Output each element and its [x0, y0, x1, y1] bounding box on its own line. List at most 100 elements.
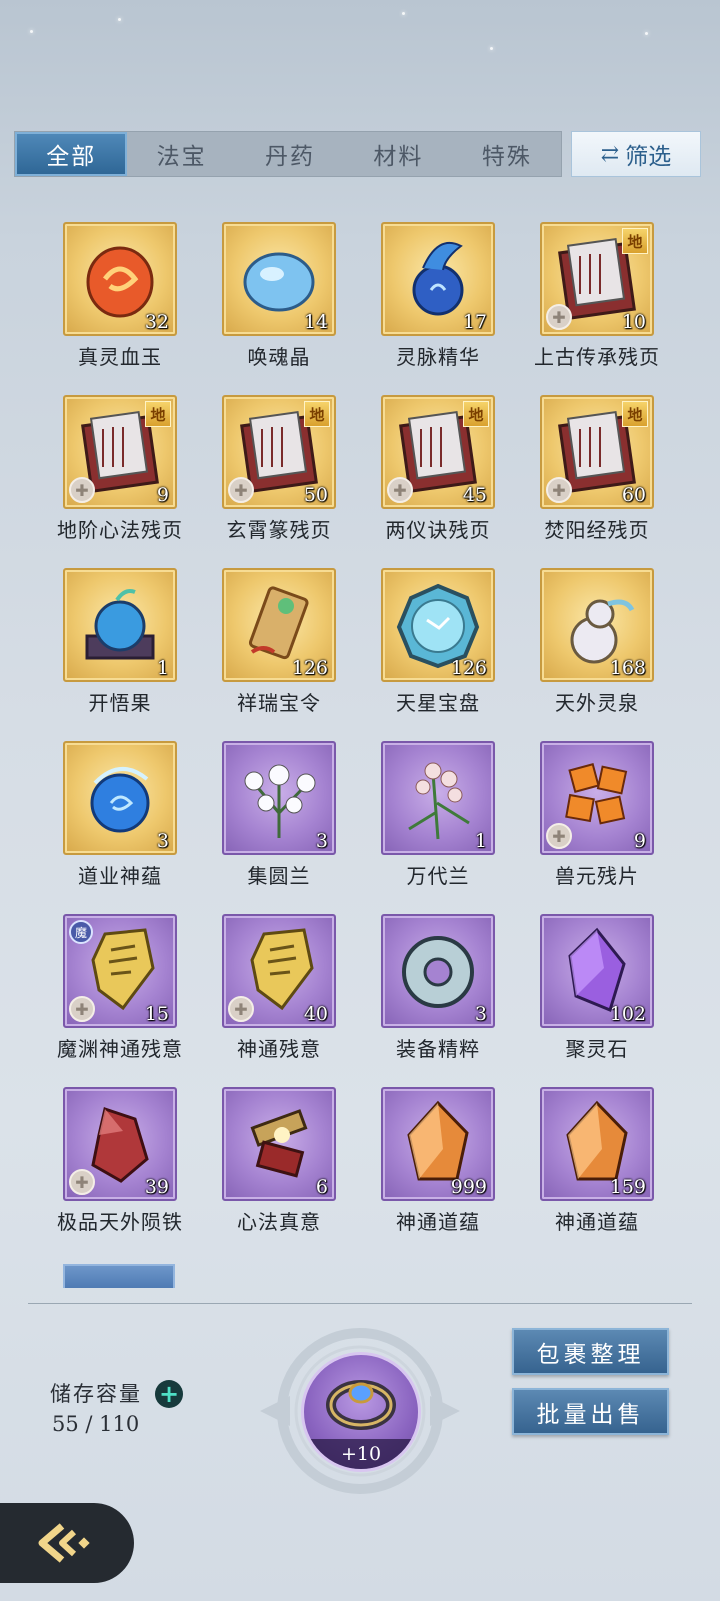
sparkle	[30, 30, 33, 33]
item-tile[interactable]: 地 ✚ 9	[63, 395, 177, 509]
item-name: 开悟果	[88, 691, 152, 715]
demon-tag-badge: 魔	[69, 920, 93, 944]
item-tile[interactable]: 159	[540, 1087, 654, 1201]
tab-pills[interactable]: 丹药	[236, 132, 344, 176]
item-tile[interactable]: ✚ 39	[63, 1087, 177, 1201]
item-tile[interactable]: 地 ✚ 10	[540, 222, 654, 336]
item-tile[interactable]: 999	[381, 1087, 495, 1201]
bulk-sell-button[interactable]: 批量出售	[512, 1388, 669, 1435]
item-name: 唤魂晶	[247, 345, 311, 369]
item-slot[interactable]: 126 天星宝盘	[366, 568, 525, 741]
item-tile[interactable]: 1	[63, 568, 177, 682]
item-slot[interactable]: 地 ✚ 9 地阶心法残页	[48, 395, 207, 568]
item-slot[interactable]: ✚ 40 神通残意	[207, 914, 366, 1087]
item-tile[interactable]: 168	[540, 568, 654, 682]
storage-ring-button[interactable]: +10	[301, 1352, 421, 1472]
item-name: 兽元残片	[555, 864, 639, 888]
item-slot[interactable]: 魔 ✚ 15 魔渊神通残意	[48, 914, 207, 1087]
puzzle-piece-icon: ✚	[69, 1169, 95, 1195]
item-slot[interactable]: 159 神通道蕴	[525, 1087, 684, 1260]
item-slot[interactable]: 32 真灵血玉	[48, 222, 207, 395]
sparkle	[402, 12, 405, 15]
item-grid: 32 真灵血玉 14 唤魂晶 17 灵脉精华地 ✚ 10 上古传承残页地 ✚ 9 地阶心法残页地 ✚ 50…	[48, 222, 688, 1260]
tab-treasure[interactable]: 法宝	[127, 132, 235, 176]
grade-badge: 地	[145, 401, 171, 427]
item-tile[interactable]: 3	[222, 741, 336, 855]
item-tile[interactable]: 102	[540, 914, 654, 1028]
item-tile[interactable]: 地 ✚ 45	[381, 395, 495, 509]
item-count: 126	[291, 657, 328, 679]
item-slot[interactable]: 126 祥瑞宝令	[207, 568, 366, 741]
item-slot[interactable]: 3 装备精粹	[366, 914, 525, 1087]
item-count: 1	[156, 657, 169, 679]
item-name: 道业神蕴	[78, 864, 162, 888]
filter-button[interactable]: ⇄ 筛选	[571, 131, 701, 177]
organize-bag-button[interactable]: 包裹整理	[512, 1328, 669, 1375]
item-slot[interactable]: 1 万代兰	[366, 741, 525, 914]
item-tile[interactable]: 126	[222, 568, 336, 682]
item-count: 1	[474, 830, 487, 852]
item-name: 天星宝盘	[396, 691, 480, 715]
item-slot[interactable]: 地 ✚ 45 两仪诀残页	[366, 395, 525, 568]
item-slot[interactable]: 6 心法真意	[207, 1087, 366, 1260]
item-count: 9	[633, 830, 646, 852]
item-tile[interactable]: 地 ✚ 60	[540, 395, 654, 509]
storage-capacity-label: 储存容量	[50, 1382, 142, 1406]
puzzle-piece-icon: ✚	[228, 996, 254, 1022]
item-slot[interactable]: 14 唤魂晶	[207, 222, 366, 395]
item-count: 9	[156, 484, 169, 506]
item-name: 神通道蕴	[396, 1210, 480, 1234]
item-tile[interactable]: ✚ 9	[540, 741, 654, 855]
item-count: 3	[474, 1003, 487, 1025]
back-arrow-icon	[38, 1523, 90, 1563]
item-slot[interactable]: 地 ✚ 10 上古传承残页	[525, 222, 684, 395]
item-slot[interactable]: 168 天外灵泉	[525, 568, 684, 741]
tab-materials[interactable]: 材料	[344, 132, 452, 176]
tab-all[interactable]: 全部	[15, 132, 128, 176]
item-slot[interactable]: 17 灵脉精华	[366, 222, 525, 395]
item-count: 159	[609, 1176, 646, 1198]
item-tile[interactable]: 地 ✚ 50	[222, 395, 336, 509]
item-slot[interactable]: ✚ 39 极品天外陨铁	[48, 1087, 207, 1260]
item-slot[interactable]: 3 道业神蕴	[48, 741, 207, 914]
item-slot[interactable]: 999 神通道蕴	[366, 1087, 525, 1260]
item-name: 装备精粹	[396, 1037, 480, 1061]
item-name: 地阶心法残页	[57, 518, 183, 542]
item-count: 999	[450, 1176, 487, 1198]
category-tabs: 全部 法宝 丹药 材料 特殊	[14, 131, 562, 177]
item-name: 魔渊神通残意	[57, 1037, 183, 1061]
tab-special[interactable]: 特殊	[453, 132, 561, 176]
item-count: 32	[144, 311, 169, 333]
item-count: 6	[315, 1176, 328, 1198]
item-name: 真灵血玉	[78, 345, 162, 369]
item-tile[interactable]: 14	[222, 222, 336, 336]
item-tile[interactable]: 32	[63, 222, 177, 336]
item-tile[interactable]: ✚ 40	[222, 914, 336, 1028]
puzzle-piece-icon: ✚	[228, 477, 254, 503]
item-name: 两仪诀残页	[385, 518, 491, 542]
item-tile[interactable]: 17	[381, 222, 495, 336]
item-tile[interactable]: 6	[222, 1087, 336, 1201]
item-tile[interactable]: 3	[63, 741, 177, 855]
grade-badge: 地	[463, 401, 489, 427]
item-tile[interactable]: 魔 ✚ 15	[63, 914, 177, 1028]
item-count: 168	[609, 657, 646, 679]
item-slot[interactable]: 3 集圆兰	[207, 741, 366, 914]
expand-storage-plus-icon[interactable]: +	[155, 1380, 183, 1408]
item-name: 灵脉精华	[396, 345, 480, 369]
partial-item-tile[interactable]	[63, 1264, 175, 1288]
item-tile[interactable]: 3	[381, 914, 495, 1028]
filter-label: 筛选	[625, 144, 672, 170]
item-count: 3	[156, 830, 169, 852]
puzzle-piece-icon: ✚	[69, 996, 95, 1022]
item-slot[interactable]: 102 聚灵石	[525, 914, 684, 1087]
item-slot[interactable]: 1 开悟果	[48, 568, 207, 741]
item-tile[interactable]: 1	[381, 741, 495, 855]
item-slot[interactable]: ✚ 9 兽元残片	[525, 741, 684, 914]
item-name: 神通道蕴	[555, 1210, 639, 1234]
item-tile[interactable]: 126	[381, 568, 495, 682]
item-slot[interactable]: 地 ✚ 50 玄霄篆残页	[207, 395, 366, 568]
ring-level-label: +10	[304, 1439, 418, 1469]
back-button[interactable]	[0, 1503, 134, 1583]
item-slot[interactable]: 地 ✚ 60 焚阳经残页	[525, 395, 684, 568]
